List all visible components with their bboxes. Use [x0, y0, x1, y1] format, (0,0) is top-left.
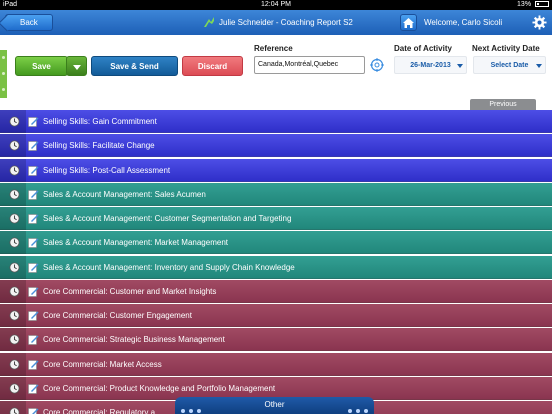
competency-list: Selling Skills: Gain Commitment Selling S…: [0, 110, 552, 414]
list-item[interactable]: Sales & Account Management: Market Manag…: [0, 231, 552, 255]
gear-icon[interactable]: [532, 15, 547, 30]
list-item[interactable]: Core Commercial: Market Access: [0, 352, 552, 376]
back-button[interactable]: Back: [5, 14, 53, 31]
list-item[interactable]: Sales & Account Management: Inventory an…: [0, 255, 552, 279]
list-item-label: Core Commercial: Customer and Market Ins…: [43, 286, 217, 296]
list-item[interactable]: Sales & Account Management: Sales Acumen: [0, 182, 552, 206]
list-item-label: Core Commercial: Strategic Business Mana…: [43, 335, 225, 345]
next-activity-date-picker[interactable]: Select Date: [473, 56, 546, 74]
list-item[interactable]: Core Commercial: Strategic Business Mana…: [0, 328, 552, 352]
list-item[interactable]: Selling Skills: Post-Call Assessment: [0, 158, 552, 182]
clock-icon: [9, 334, 20, 345]
chevron-down-icon: [457, 64, 463, 68]
battery-indicator: 13%: [517, 0, 549, 10]
location-icon[interactable]: [370, 58, 384, 72]
clock-icon: [9, 189, 20, 200]
edit-icon[interactable]: [28, 189, 39, 200]
edit-icon[interactable]: [28, 116, 39, 127]
edit-icon[interactable]: [28, 359, 39, 370]
reference-label: Reference: [254, 44, 293, 53]
chevron-down-icon: [536, 64, 542, 68]
welcome-text: Welcome, Carlo Sicoli: [424, 18, 503, 27]
list-item-label: Sales & Account Management: Inventory an…: [43, 262, 295, 272]
report-icon: [204, 17, 214, 27]
edit-icon[interactable]: [28, 140, 39, 152]
clock-icon: [9, 140, 20, 151]
discard-button[interactable]: Discard: [182, 56, 243, 76]
list-item-label: Sales & Account Management: Market Manag…: [43, 238, 228, 248]
list-item[interactable]: Selling Skills: Facilitate Change: [0, 134, 552, 158]
home-button[interactable]: [400, 14, 417, 31]
toolbar: Save Save & Send Discard Reference Canad…: [0, 35, 552, 110]
edit-icon[interactable]: [28, 407, 39, 414]
edit-icon[interactable]: [28, 286, 39, 297]
previous-tab[interactable]: Previous: [470, 99, 536, 110]
edit-icon[interactable]: [28, 334, 39, 346]
dots-left: [181, 403, 205, 414]
list-item-label: Sales & Account Management: Sales Acumen: [43, 189, 206, 199]
status-time: 12:04 PM: [261, 1, 291, 8]
list-item-label: Selling Skills: Gain Commitment: [43, 117, 157, 126]
other-drawer-button[interactable]: Other: [175, 397, 374, 414]
list-item-label: Sales & Account Management: Customer Seg…: [43, 214, 292, 223]
side-drawer-handle[interactable]: [0, 50, 7, 98]
save-options-dropdown[interactable]: [66, 56, 87, 76]
clock-icon: [9, 310, 20, 321]
list-item-label: Core Commercial: Regulatory a: [43, 408, 156, 414]
edit-icon[interactable]: [28, 165, 39, 176]
clock-icon: [9, 213, 20, 224]
edit-icon[interactable]: [28, 213, 39, 224]
page-title: Julie Schneider - Coaching Report S2: [219, 18, 353, 27]
next-activity-date-value: Select Date: [490, 62, 529, 69]
next-activity-date-label: Next Activity Date: [472, 44, 540, 53]
list-item[interactable]: Sales & Account Management: Customer Seg…: [0, 207, 552, 230]
date-of-activity-label: Date of Activity: [394, 44, 452, 53]
battery-icon: [535, 1, 549, 7]
clock-icon: [9, 407, 20, 414]
clock-icon: [9, 286, 20, 297]
list-item-label: Selling Skills: Facilitate Change: [43, 141, 155, 151]
home-icon: [403, 18, 414, 28]
clock-icon: [9, 237, 20, 248]
save-and-send-button[interactable]: Save & Send: [91, 56, 178, 76]
date-of-activity-picker[interactable]: 26-Mar-2013: [394, 56, 467, 74]
list-item[interactable]: Core Commercial: Customer Engagement: [0, 304, 552, 327]
reference-field[interactable]: Canada,Montréal,Quebec: [254, 56, 365, 74]
clock-icon: [9, 165, 20, 175]
edit-icon[interactable]: [28, 237, 39, 249]
list-item-label: Core Commercial: Market Access: [43, 359, 162, 369]
list-item-label: Core Commercial: Customer Engagement: [43, 311, 192, 320]
edit-icon[interactable]: [28, 310, 39, 321]
app-window: iPad 12:04 PM 13% Back Julie Schneider -…: [0, 0, 552, 414]
date-of-activity-value: 26-Mar-2013: [410, 62, 451, 69]
list-item[interactable]: Core Commercial: Customer and Market Ins…: [0, 279, 552, 303]
list-item[interactable]: Selling Skills: Gain Commitment: [0, 110, 552, 133]
save-button[interactable]: Save: [15, 56, 68, 76]
dots-right: [348, 403, 372, 414]
edit-icon[interactable]: [28, 383, 39, 394]
other-label: Other: [264, 400, 285, 409]
clock-icon: [9, 359, 20, 369]
edit-icon[interactable]: [28, 262, 39, 273]
clock-icon: [9, 383, 20, 394]
clock-icon: [9, 262, 20, 272]
battery-percent: 13%: [517, 1, 532, 8]
header-bar: Back Julie Schneider - Coaching Report S…: [0, 10, 552, 35]
list-item-label: Selling Skills: Post-Call Assessment: [43, 165, 171, 175]
clock-icon: [9, 116, 20, 127]
status-bar: iPad 12:04 PM 13%: [0, 0, 552, 10]
